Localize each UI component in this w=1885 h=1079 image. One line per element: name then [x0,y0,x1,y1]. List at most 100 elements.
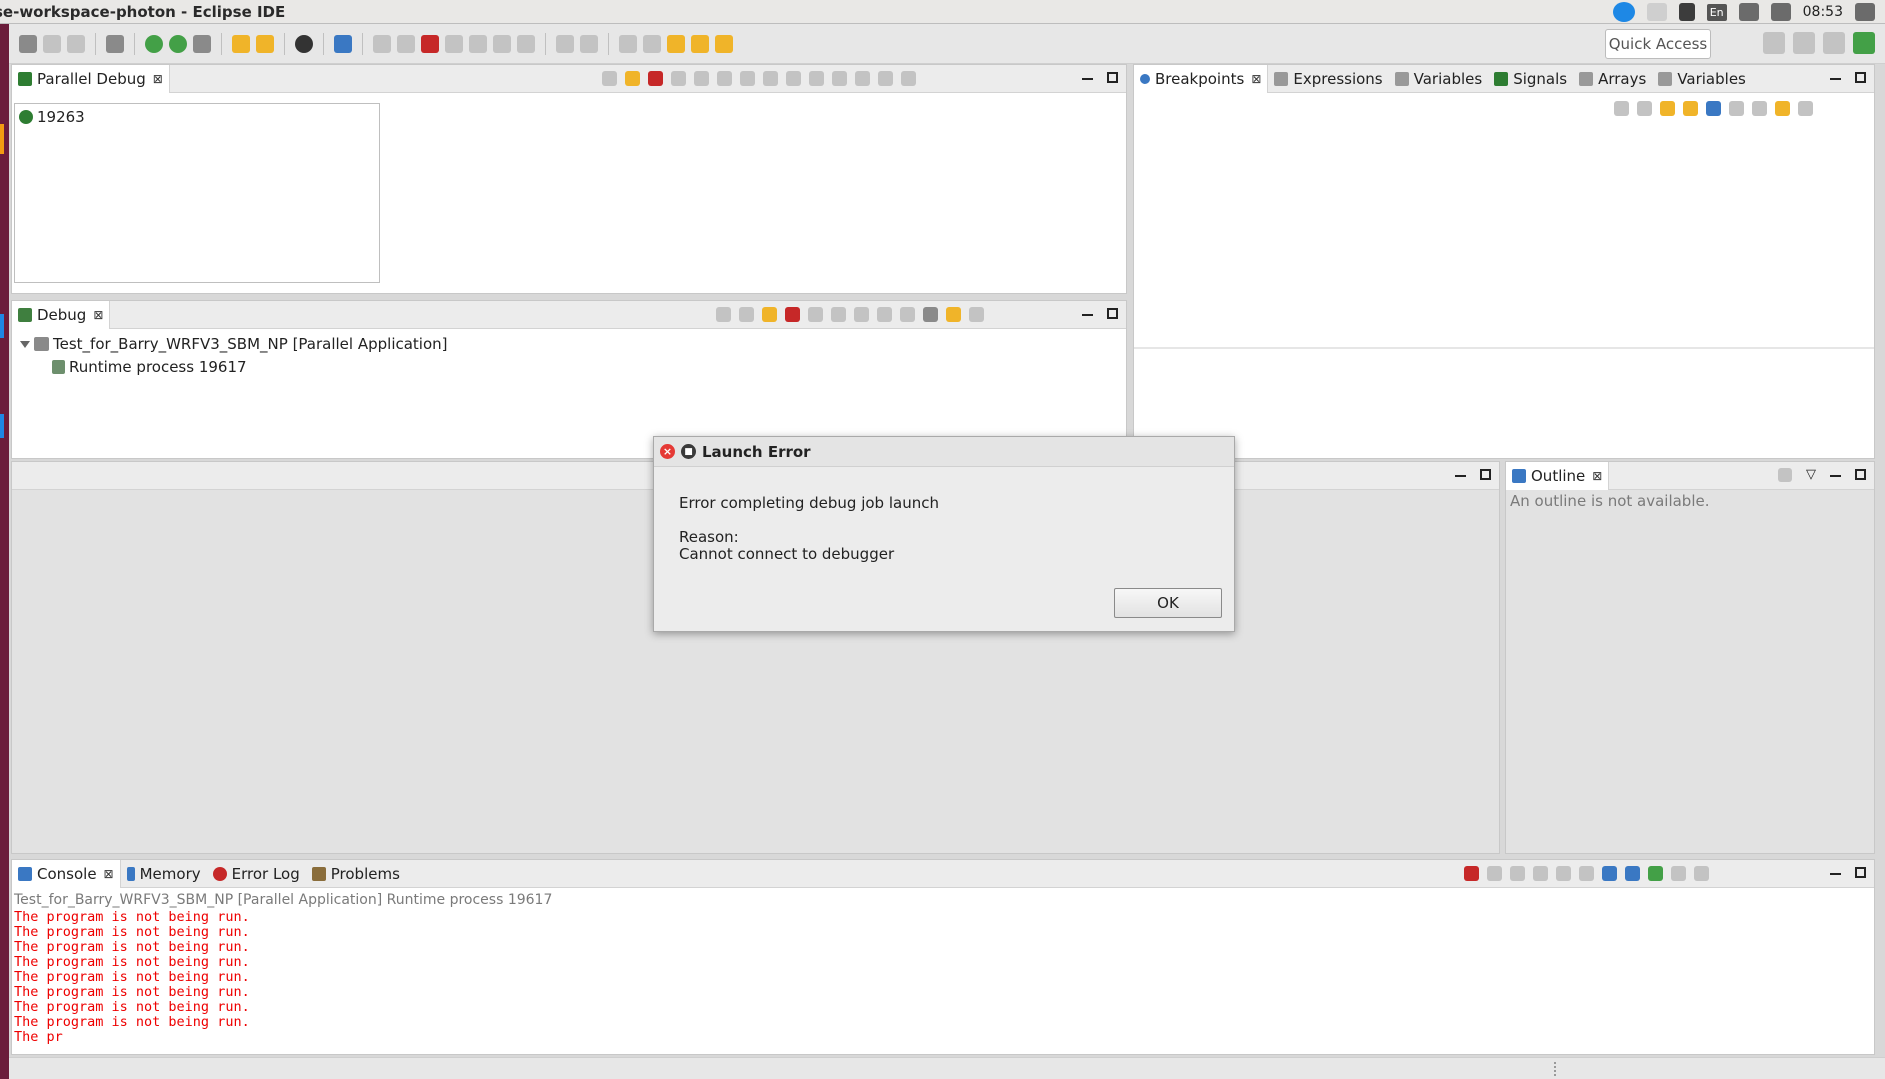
resume-icon[interactable] [739,307,754,322]
forward-icon[interactable] [715,34,733,53]
pin-console-icon[interactable] [1648,866,1663,881]
use-step-filters-icon[interactable] [946,307,961,322]
remove-icon[interactable] [1614,101,1629,116]
link-icon[interactable] [1775,101,1790,116]
filter-icon[interactable] [580,34,598,53]
suspend-icon[interactable] [762,307,777,322]
terminate-icon[interactable] [785,307,800,322]
step-return-icon[interactable] [877,307,892,322]
skip-all-icon[interactable] [1706,101,1721,116]
battery-icon[interactable] [1738,3,1759,21]
quick-access-field[interactable]: Quick Access [1605,29,1711,59]
tab-expressions[interactable]: Expressions [1268,65,1388,93]
word-wrap-icon[interactable] [1579,866,1594,881]
binary-icon[interactable] [106,34,124,53]
process-tree-item[interactable]: Runtime process 19617 [52,358,247,376]
show-on-stdout-icon[interactable] [1602,866,1617,881]
parallel-debug-perspective-icon[interactable] [1853,32,1875,54]
remove-set-icon[interactable] [878,71,893,86]
remove-terminated-icon[interactable] [716,307,731,322]
scroll-lock-icon[interactable] [1556,866,1571,881]
external-tools-icon[interactable] [193,34,211,53]
minimize-icon[interactable] [1830,873,1841,875]
open-perspective-icon[interactable] [1763,32,1785,54]
suspend-icon[interactable] [625,71,640,86]
open-console-icon[interactable] [1694,866,1709,881]
maximize-icon[interactable] [1855,469,1866,480]
sound-icon[interactable] [1770,3,1791,21]
close-icon[interactable]: ⊠ [104,867,114,881]
tab-arrays[interactable]: Arrays [1573,65,1652,93]
tab-outline[interactable]: Outline ⊠ [1506,461,1610,490]
close-icon[interactable]: ⊠ [93,308,103,322]
save-all-icon[interactable] [67,34,85,53]
ok-button[interactable]: OK [1114,588,1222,618]
step-into-icon[interactable] [671,71,686,86]
step-return-icon[interactable] [717,71,732,86]
run-icon[interactable] [169,34,187,53]
dialog-close-icon[interactable]: × [660,444,675,459]
collapse-all-icon[interactable] [1752,101,1767,116]
last-edit-icon[interactable] [667,34,685,53]
focus-icon[interactable] [1778,468,1792,482]
clock[interactable]: 08:53 [1803,4,1843,20]
maximize-icon[interactable] [1480,469,1491,480]
drop-to-frame-icon[interactable] [900,307,915,322]
goto-file-icon[interactable] [1683,101,1698,116]
view-menu-icon[interactable]: ▽ [1806,467,1816,482]
teamviewer-icon[interactable] [1612,2,1635,22]
tab-breakpoints[interactable]: Breakpoints ⊠ [1134,64,1269,93]
search-tool-icon[interactable] [256,34,274,53]
step-into-icon[interactable] [831,307,846,322]
back-icon[interactable] [691,34,709,53]
debug-icon[interactable] [145,34,163,53]
show-supported-icon[interactable] [1660,101,1675,116]
resume-icon[interactable] [602,71,617,86]
show-on-stderr-icon[interactable] [1625,866,1640,881]
tab-variables[interactable]: Variables [1389,65,1489,93]
tab-debug[interactable]: Debug ⊠ [12,300,111,329]
settings-icon[interactable] [1855,3,1875,21]
dialog-menu-icon[interactable]: ■ [681,444,696,459]
create-set-icon[interactable] [832,71,847,86]
close-icon[interactable]: ⊠ [153,72,163,86]
remove-launch-icon[interactable] [1487,866,1502,881]
set-icon[interactable] [740,71,755,86]
clear-console-icon[interactable] [1533,866,1548,881]
console-output[interactable]: The program is not being run. The progra… [14,910,250,1045]
toggle-icon[interactable] [556,34,574,53]
open-folder-icon[interactable] [232,34,250,53]
suspend-icon[interactable] [397,34,415,53]
zoom-out-icon[interactable] [786,71,801,86]
remove-all-icon[interactable] [1637,101,1652,116]
tab-variables-2[interactable]: Variables [1652,65,1752,93]
step-over-icon[interactable] [854,307,869,322]
remove-all-terminated-icon[interactable] [1510,866,1525,881]
maximize-icon[interactable] [1855,72,1866,83]
delete-set-icon[interactable] [855,71,870,86]
tab-console[interactable]: Console ⊠ [12,859,121,888]
console-icon[interactable] [334,34,352,53]
resume-icon[interactable] [373,34,391,53]
git-icon[interactable] [295,34,313,53]
close-icon[interactable]: ⊠ [1251,72,1261,86]
next-annotation-icon[interactable] [619,34,637,53]
instruction-step-icon[interactable] [923,307,938,322]
terminate-icon[interactable] [648,71,663,86]
tab-error-log[interactable]: Error Log [207,860,306,888]
tab-memory[interactable]: Memory [121,860,207,888]
minimize-icon[interactable] [1455,475,1466,477]
maximize-icon[interactable] [1107,308,1118,319]
view-menu-icon[interactable] [1798,101,1813,116]
minimize-icon[interactable] [1082,78,1093,80]
launch-tree-item[interactable]: Test_for_Barry_WRFV3_SBM_NP [Parallel Ap… [20,335,448,353]
minimize-icon[interactable] [1830,475,1841,477]
tab-parallel-debug[interactable]: Parallel Debug ⊠ [12,64,170,93]
step-return-icon[interactable] [517,34,535,53]
save-icon[interactable] [43,34,61,53]
job-item[interactable]: 19263 [19,108,85,126]
minimize-icon[interactable] [1082,314,1093,316]
display-console-icon[interactable] [1671,866,1686,881]
printer-icon[interactable] [1646,3,1667,21]
debug-perspective-icon[interactable] [1823,32,1845,54]
